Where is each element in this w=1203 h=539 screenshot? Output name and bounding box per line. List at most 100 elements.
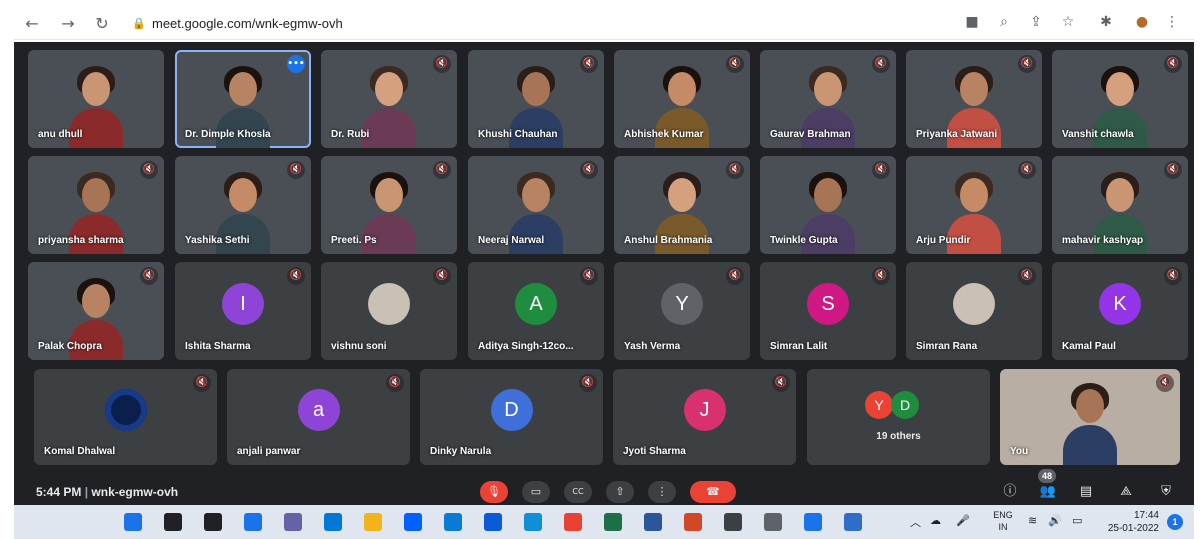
teams-chat-icon[interactable] [284,513,302,531]
share-icon[interactable]: ⇪ [1026,14,1046,34]
participant-tile[interactable]: 🔇 Arju Pundir [906,156,1042,254]
participant-tile[interactable]: 🔇 Komal Dhalwal [34,369,217,465]
reload-icon[interactable]: ↻ [92,14,112,34]
participant-tile[interactable]: 🔇 mahavir kashyap [1052,156,1188,254]
participant-tile[interactable]: 🔇 Palak Chopra [28,262,164,360]
profile-photo [104,389,147,431]
present-button[interactable]: ⇧ [606,481,634,503]
captions-button[interactable]: CC [564,481,592,503]
participant-tile[interactable]: 🔇 Anshul Brahmania [614,156,750,254]
participant-tile[interactable]: A 🔇 Aditya Singh-12co... [468,262,604,360]
participant-tile[interactable]: 🔇 Twinkle Gupta [760,156,896,254]
forward-arrow-icon[interactable]: → [58,14,78,34]
participant-tile[interactable]: 🔇 Preeti. Ps [321,156,457,254]
participant-tile[interactable]: 🔇 Gaurav Brahman [760,50,896,148]
participant-tile[interactable]: I 🔇 Ishita Sharma [175,262,311,360]
participant-name: Kamal Paul [1062,341,1116,352]
activities-icon[interactable]: ⟁ [1116,483,1136,501]
participant-tile[interactable]: anu dhull [28,50,164,148]
participant-tile[interactable]: K 🔇 Kamal Paul [1052,262,1188,360]
participant-tile[interactable]: 🔇 Simran Rana [906,262,1042,360]
store-icon[interactable] [324,513,342,531]
mail-icon[interactable] [484,513,502,531]
windows-taskbar: ︿ ☁ 🎤 ENG IN ≋ 🔊 ▭ 17:44 25-01-2022 1 [14,505,1194,539]
wifi-icon[interactable]: ≋ [1028,514,1037,527]
system-clock[interactable]: 17:44 25-01-2022 [1099,509,1159,535]
widgets-icon[interactable] [244,513,262,531]
battery-icon[interactable]: ▭ [1072,514,1082,527]
microphone-icon[interactable]: 🎤 [956,514,970,527]
mic-off-icon: 🎙 [487,485,501,498]
mic-muted-icon: 🔇 [1018,267,1036,285]
cloud-icon[interactable]: ☁ [930,514,941,527]
task-view-icon[interactable] [204,513,222,531]
participant-tile[interactable]: S 🔇 Simran Lalit [760,262,896,360]
participant-tile[interactable]: 🔇 Dr. Rubi [321,50,457,148]
more-options-button[interactable]: ⋮ [648,481,676,503]
participant-tile[interactable]: 🔇 priyansha sharma [28,156,164,254]
camera-button[interactable]: ▭ [522,481,550,503]
others-avatar: D [891,391,919,419]
participant-tile[interactable]: 🔇 Neeraj Narwal [468,156,604,254]
excel-icon[interactable] [604,513,622,531]
participant-tile[interactable]: J 🔇 Jyoti Sharma [613,369,796,465]
start-icon[interactable] [124,513,142,531]
camera-icon[interactable]: ■ [962,14,982,34]
participant-name: Dinky Narula [430,446,492,457]
participant-tile[interactable]: ••• Dr. Dimple Khosla [175,50,311,148]
search-icon[interactable] [164,513,182,531]
mic-muted-icon: 🔇 [579,374,597,392]
participant-tile[interactable]: 🔇 Vanshit chawla [1052,50,1188,148]
participant-name: Ishita Sharma [185,341,251,352]
others-tile[interactable]: Y D 19 others [807,369,990,465]
zoom-icon[interactable]: ⌕ [994,14,1014,34]
meeting-controls-bar: 5:44 PM | wnk-egmw-ovh 🎙 ▭ CC ⇧ ⋮ ☎ ⓘ 👥 … [14,469,1194,505]
star-icon[interactable]: ☆ [1058,14,1078,34]
participant-tile[interactable]: Y 🔇 Yash Verma [614,262,750,360]
calculator-icon[interactable] [724,513,742,531]
chat-icon[interactable]: ▤ [1076,483,1096,501]
participant-tile[interactable]: D 🔇 Dinky Narula [420,369,603,465]
mic-muted-icon: 🔇 [772,374,790,392]
participant-count-badge: 48 [1038,469,1056,483]
participant-tile[interactable]: 🔇 Priyanka Jatwani [906,50,1042,148]
language-indicator[interactable]: ENG IN [987,509,1019,533]
volume-icon[interactable]: 🔊 [1048,514,1062,527]
info-icon[interactable]: ⓘ [1000,483,1020,501]
calendar-icon[interactable] [804,513,822,531]
participant-name: Gaurav Brahman [770,129,851,140]
mic-off-button[interactable]: 🎙 [480,481,508,503]
settings-icon[interactable] [764,513,782,531]
participant-name: Abhishek Kumar [624,129,704,140]
people-icon[interactable]: 👥 [1038,483,1058,501]
profile-icon[interactable]: ● [1132,14,1152,34]
participant-name: anu dhull [38,129,83,140]
notification-badge[interactable]: 1 [1167,514,1183,530]
word-icon[interactable] [644,513,662,531]
participant-tile[interactable]: 🔇 Yashika Sethi [175,156,311,254]
participant-tile[interactable]: 🔇 Khushi Chauhan [468,50,604,148]
extensions-icon[interactable]: ✱ [1096,14,1116,34]
edge-icon[interactable] [524,513,542,531]
meeting-time-code: 5:44 PM | wnk-egmw-ovh [36,485,179,499]
notepad-icon[interactable] [844,513,862,531]
dropbox-icon[interactable] [404,513,422,531]
participant-avatar: a [297,389,340,431]
address-bar[interactable]: 🔒 meet.google.com/wnk-egmw-ovh [132,13,952,35]
chevron-up-icon[interactable]: ︿ [910,514,921,530]
participant-tile[interactable]: a 🔇 anjali panwar [227,369,410,465]
self-view-tile[interactable]: 🔇 You [1000,369,1180,465]
host-controls-icon[interactable]: ⛨ [1156,483,1176,501]
participant-name: Dr. Rubi [331,129,370,140]
file-explorer-icon[interactable] [364,513,382,531]
photos-icon[interactable] [444,513,462,531]
chrome-icon[interactable] [564,513,582,531]
participant-tile[interactable]: 🔇 vishnu soni [321,262,457,360]
powerpoint-icon[interactable] [684,513,702,531]
end-call-button[interactable]: ☎ [690,481,736,503]
back-arrow-icon[interactable]: ← [22,14,42,34]
mic-muted-icon: 🔇 [287,267,305,285]
end-call-icon: ☎ [706,485,720,498]
participant-tile[interactable]: 🔇 Abhishek Kumar [614,50,750,148]
menu-icon[interactable]: ⋮ [1162,14,1182,34]
